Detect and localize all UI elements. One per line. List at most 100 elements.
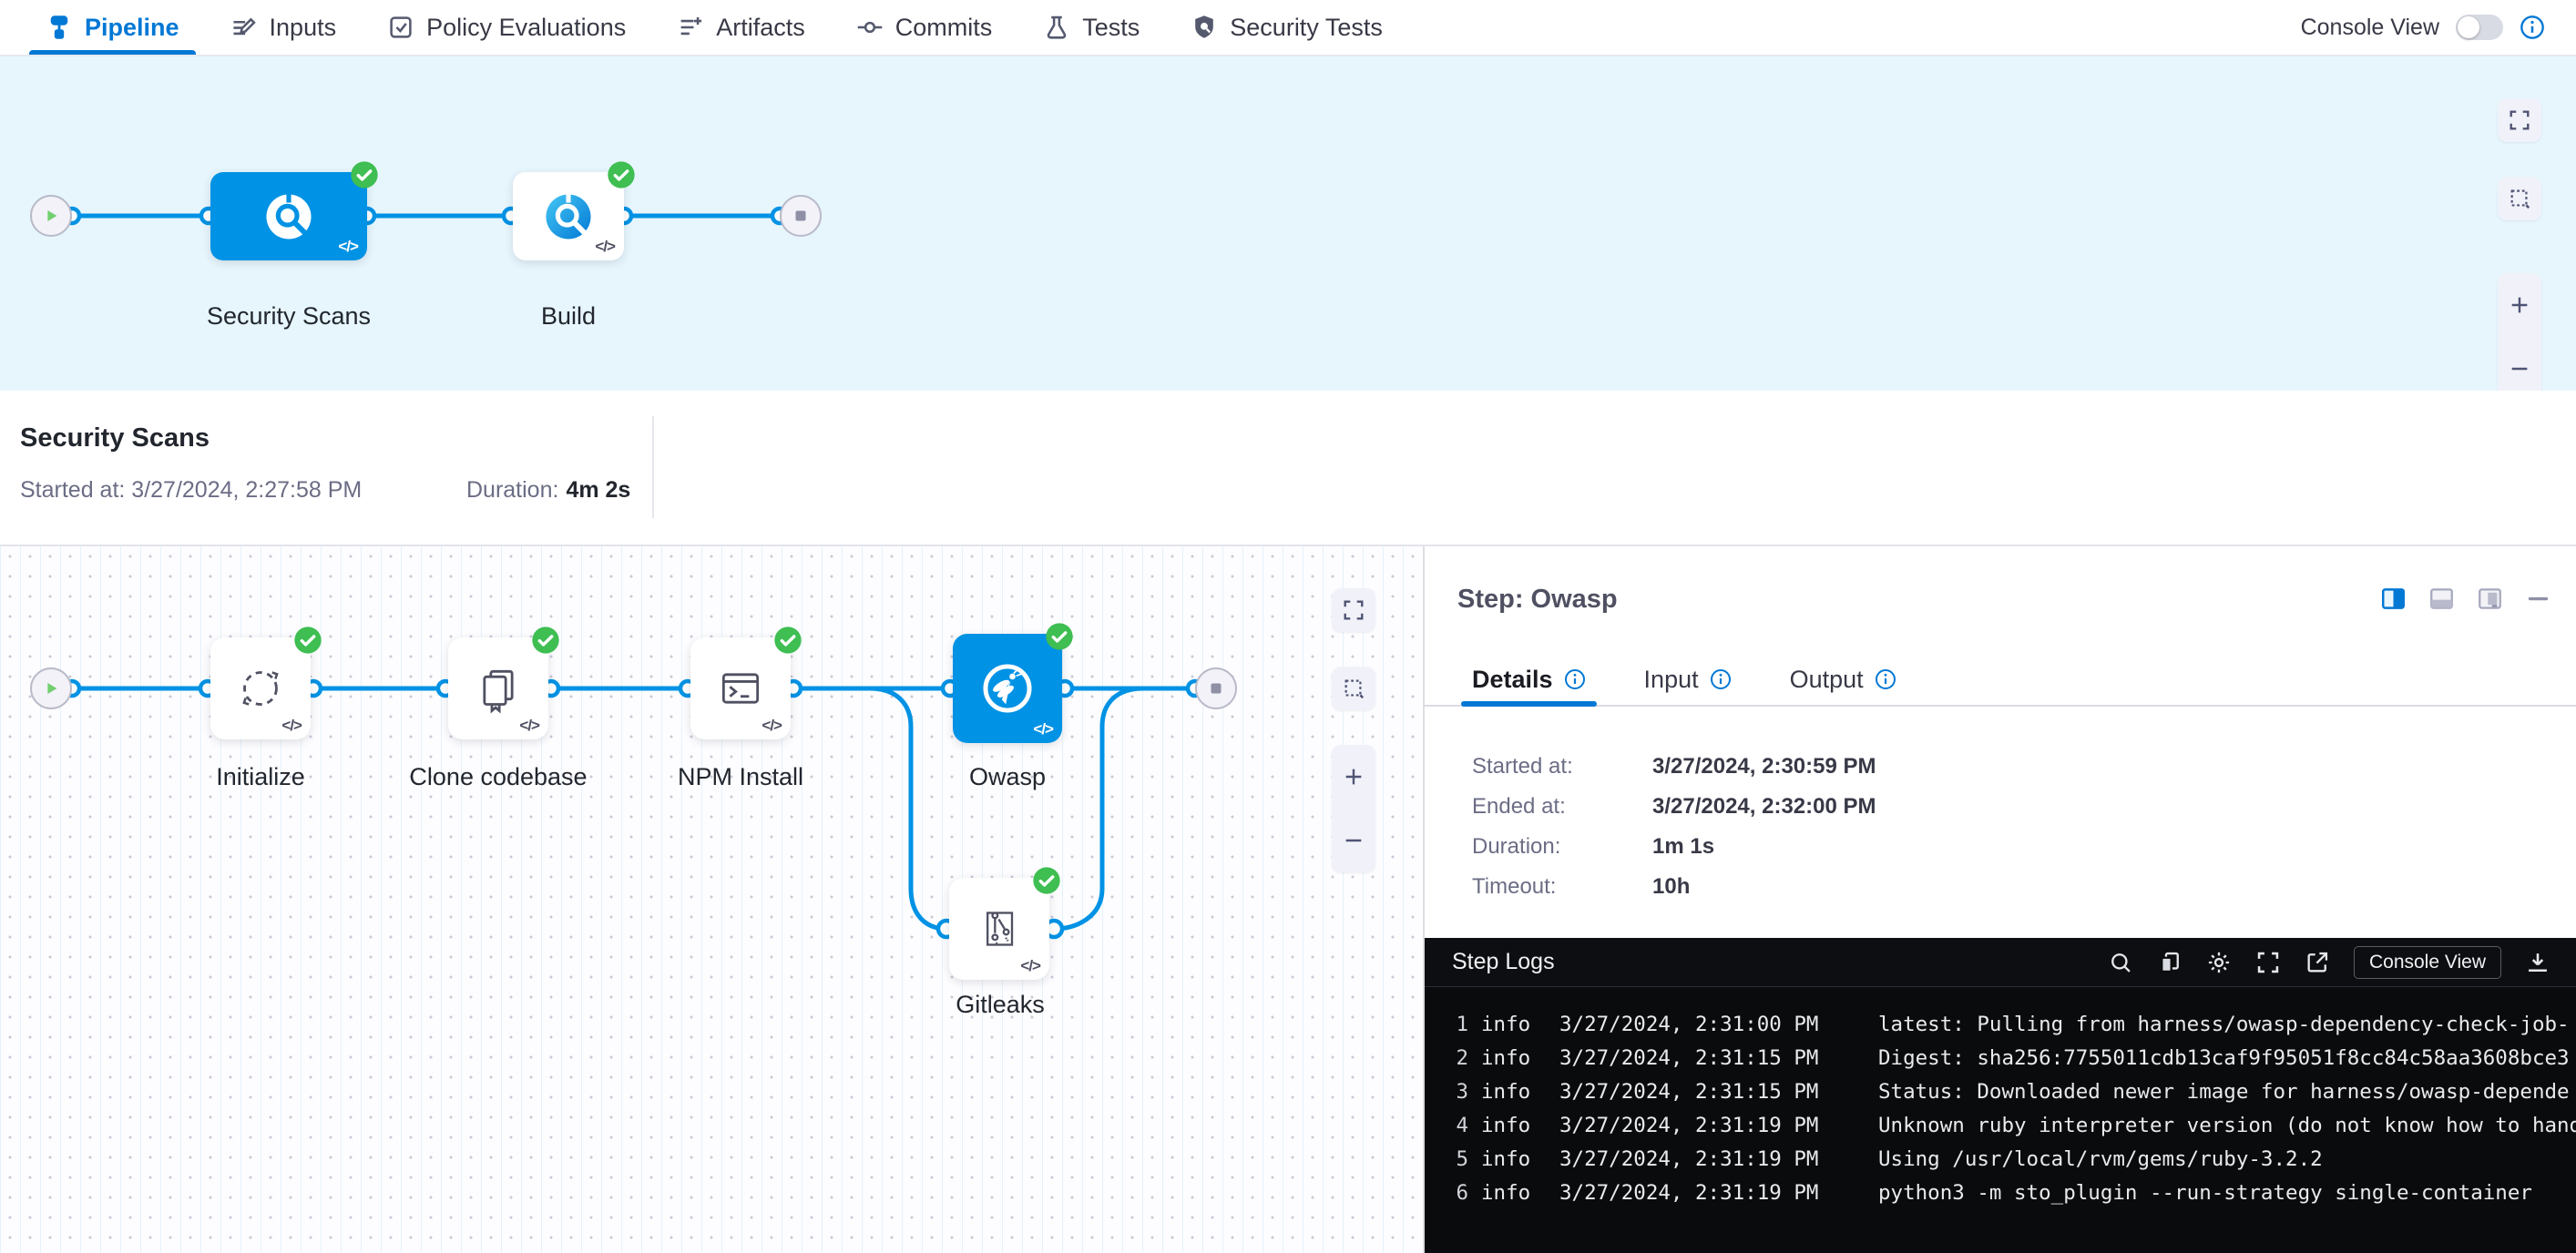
- stage-start-node[interactable]: [30, 195, 72, 237]
- info-icon[interactable]: [2520, 15, 2545, 40]
- tab-tests[interactable]: Tests: [1017, 0, 1165, 55]
- step-logs-actions: Console View: [2108, 946, 2550, 979]
- tab-security-tests[interactable]: Security Tests: [1165, 0, 1408, 55]
- fullscreen-icon: [2508, 108, 2531, 132]
- log-message: python3 -m sto_plugin --run-strategy sin…: [1878, 1181, 2576, 1205]
- detail-row-duration: Duration: 1m 1s: [1472, 827, 1876, 867]
- initialize-icon: [235, 663, 286, 714]
- npm-install-icon: [715, 663, 766, 714]
- zoom-in-icon[interactable]: [1342, 765, 1365, 789]
- log-timestamp: 3/27/2024, 2:31:00 PM: [1559, 1013, 1853, 1036]
- step-node-gitleaks[interactable]: </>: [949, 878, 1049, 980]
- step-label-clone-codebase: Clone codebase: [409, 763, 587, 791]
- settings-gear-icon[interactable]: [2206, 950, 2232, 975]
- copy-icon[interactable]: [2157, 950, 2182, 975]
- commits-icon: [856, 14, 884, 41]
- log-line: 4info3/27/2024, 2:31:19 PMUnknown ruby i…: [1425, 1108, 2576, 1142]
- play-icon: [41, 206, 61, 226]
- log-message: latest: Pulling from harness/owasp-depen…: [1878, 1013, 2576, 1036]
- tab-output[interactable]: Output: [1790, 654, 1896, 705]
- log-line: 6info3/27/2024, 2:31:19 PMpython3 -m sto…: [1425, 1176, 2576, 1209]
- stage-canvas-fullscreen-button[interactable]: [2498, 98, 2541, 142]
- tab-label: Details: [1472, 666, 1553, 694]
- detail-row-timeout: Timeout: 10h: [1472, 867, 1876, 907]
- layout-split-bottom-icon[interactable]: [2429, 586, 2454, 611]
- layout-panel-icon[interactable]: [2478, 586, 2502, 611]
- step-label-npm-install: NPM Install: [678, 763, 803, 791]
- step-node-clone-codebase[interactable]: </>: [448, 637, 548, 739]
- marquee-select-icon: [1342, 677, 1365, 700]
- log-message: Using /usr/local/rvm/gems/ruby-3.2.2: [1878, 1147, 2576, 1171]
- harness-pipeline-execution-page: Pipeline Inputs Policy Evaluations: [0, 0, 2576, 1253]
- stage-canvas-zoom-controls: [2498, 273, 2541, 401]
- info-icon: [1564, 668, 1586, 690]
- step-graph-canvas[interactable]: </> Initialize </> Clone codebase: [0, 546, 1421, 1253]
- minimize-icon[interactable]: [2526, 586, 2550, 611]
- log-line-number: 2: [1425, 1046, 1468, 1070]
- stage-node-security-scans[interactable]: </>: [210, 172, 367, 260]
- tab-details[interactable]: Details: [1472, 654, 1586, 705]
- marquee-select-icon: [2508, 187, 2531, 210]
- download-icon[interactable]: [2525, 950, 2550, 975]
- security-tests-icon: [1191, 14, 1218, 41]
- tab-input[interactable]: Input: [1644, 654, 1732, 705]
- success-check-badge: [531, 626, 560, 655]
- step-panel-tabs: Details Input Output: [1425, 654, 2576, 707]
- success-check-badge: [350, 160, 379, 189]
- log-line-number: 4: [1425, 1114, 1468, 1137]
- inputs-icon: [230, 14, 258, 41]
- code-glyph: </>: [519, 717, 539, 735]
- code-glyph: </>: [1033, 720, 1053, 739]
- log-level: info: [1481, 1046, 1545, 1070]
- log-line-number: 3: [1425, 1080, 1468, 1104]
- tab-inputs[interactable]: Inputs: [205, 0, 363, 55]
- step-panel-title: Step: Owasp: [1457, 585, 1618, 615]
- tab-label: Artifacts: [716, 14, 805, 42]
- search-icon[interactable]: [2108, 950, 2133, 975]
- step-start-node[interactable]: [30, 667, 72, 709]
- layout-split-right-icon[interactable]: [2381, 586, 2406, 611]
- open-external-icon[interactable]: [2305, 950, 2330, 975]
- console-view-toggle[interactable]: [2456, 15, 2503, 40]
- step-node-owasp[interactable]: </>: [953, 634, 1062, 743]
- zoom-in-icon[interactable]: [2508, 293, 2531, 317]
- stage-label-security-scans: Security Scans: [207, 302, 371, 331]
- step-logs-body[interactable]: 1info3/27/2024, 2:31:00 PMlatest: Pullin…: [1425, 987, 2576, 1209]
- step-canvas-fullscreen-button[interactable]: [1332, 588, 1375, 632]
- stage-info-title: Security Scans: [20, 423, 210, 453]
- tab-commits[interactable]: Commits: [831, 0, 1018, 55]
- tab-label: Input: [1644, 666, 1699, 694]
- tab-label: Output: [1790, 666, 1864, 694]
- build-stage-icon: [540, 188, 597, 245]
- console-view-button[interactable]: Console View: [2354, 946, 2501, 979]
- stage-node-build[interactable]: </>: [513, 172, 624, 260]
- log-line: 1info3/27/2024, 2:31:00 PMlatest: Pullin…: [1425, 1007, 2576, 1041]
- step-node-npm-install[interactable]: </>: [690, 637, 791, 739]
- step-canvas-select-button[interactable]: [1332, 667, 1375, 710]
- step-details-list: Started at: 3/27/2024, 2:30:59 PM Ended …: [1472, 747, 1876, 907]
- info-icon: [1875, 668, 1896, 690]
- zoom-out-icon[interactable]: [2508, 357, 2531, 381]
- log-timestamp: 3/27/2024, 2:31:19 PM: [1559, 1147, 1853, 1171]
- duration-value: 4m 2s: [566, 477, 630, 503]
- tab-artifacts[interactable]: Artifacts: [651, 0, 831, 55]
- tab-pipeline[interactable]: Pipeline: [20, 0, 205, 55]
- detail-label: Timeout:: [1472, 874, 1652, 900]
- stage-canvas-select-button[interactable]: [2498, 177, 2541, 220]
- step-node-initialize[interactable]: </>: [210, 637, 311, 739]
- log-level: info: [1481, 1080, 1545, 1104]
- stage-graph-canvas[interactable]: </> Security Scans </> Build: [0, 56, 2576, 391]
- log-timestamp: 3/27/2024, 2:31:19 PM: [1559, 1181, 1853, 1205]
- zoom-out-icon[interactable]: [1342, 829, 1365, 852]
- tests-icon: [1043, 14, 1070, 41]
- stage-end-node[interactable]: [780, 195, 822, 237]
- tab-policy-evaluations[interactable]: Policy Evaluations: [362, 0, 651, 55]
- console-view-label: Console View: [2301, 15, 2439, 41]
- fullscreen-icon[interactable]: [2255, 950, 2281, 975]
- tab-label: Security Tests: [1230, 14, 1383, 42]
- step-end-node[interactable]: [1195, 667, 1237, 709]
- tab-label: Commits: [895, 14, 993, 42]
- owasp-icon: [977, 658, 1038, 718]
- nav-right-controls: Console View: [2301, 15, 2545, 41]
- log-message: Digest: sha256:7755011cdb13caf9f95051f8c…: [1878, 1046, 2576, 1070]
